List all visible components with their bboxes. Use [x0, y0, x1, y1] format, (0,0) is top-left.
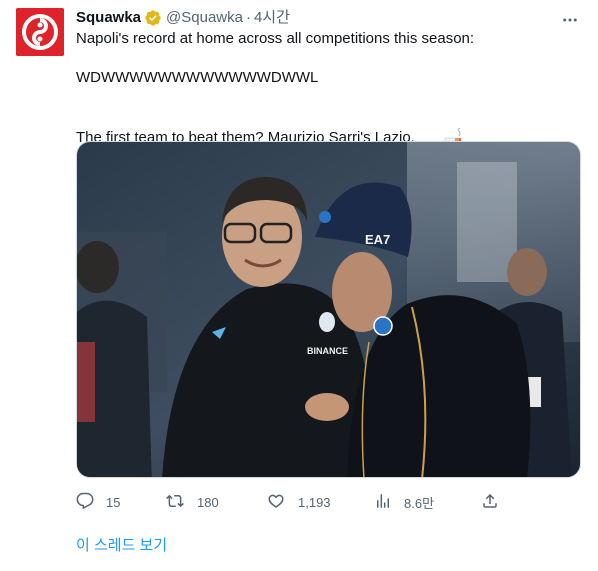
reply-count: 15: [106, 494, 121, 510]
show-thread-link[interactable]: 이 스레드 보기: [76, 536, 167, 556]
avatar[interactable]: [16, 8, 64, 56]
author-name[interactable]: Squawka: [76, 8, 141, 28]
separator-dot: ·: [245, 9, 251, 26]
views-count: 8.6만: [404, 495, 435, 511]
tweet-photo[interactable]: BINANCE EA7: [76, 141, 581, 478]
share-button[interactable]: [481, 490, 499, 514]
retweet-button[interactable]: 180: [165, 490, 219, 514]
share-icon: [481, 492, 499, 513]
heart-icon: [266, 492, 286, 513]
reply-button[interactable]: 15: [76, 490, 120, 514]
more-icon[interactable]: [560, 10, 580, 30]
reply-icon: [76, 492, 94, 513]
timestamp[interactable]: 4시간: [254, 8, 290, 28]
svg-text:BINANCE: BINANCE: [307, 346, 348, 356]
svg-text:EA7: EA7: [365, 232, 390, 247]
tweet-actions: 15 180 1,193 8.6만: [76, 490, 501, 514]
like-button[interactable]: 1,193: [266, 490, 331, 514]
photo-managers-embrace: BINANCE EA7: [77, 142, 580, 477]
tweet-header: Squawka @Squawka · 4시간: [76, 8, 582, 28]
tweet-text-line-1: Napoli's record at home across all compe…: [76, 30, 475, 47]
squawka-logo-icon: [16, 8, 64, 56]
tweet-text-line-2: WDWWWWWWWWWWWWDWWL: [76, 69, 319, 86]
author-handle[interactable]: @Squawka: [166, 8, 243, 28]
retweet-icon: [165, 492, 185, 513]
verified-badge-icon: [144, 9, 162, 27]
like-count: 1,193: [298, 494, 331, 510]
views-icon: [374, 492, 392, 513]
views-button[interactable]: 8.6만: [374, 490, 434, 514]
retweet-count: 180: [197, 494, 219, 510]
